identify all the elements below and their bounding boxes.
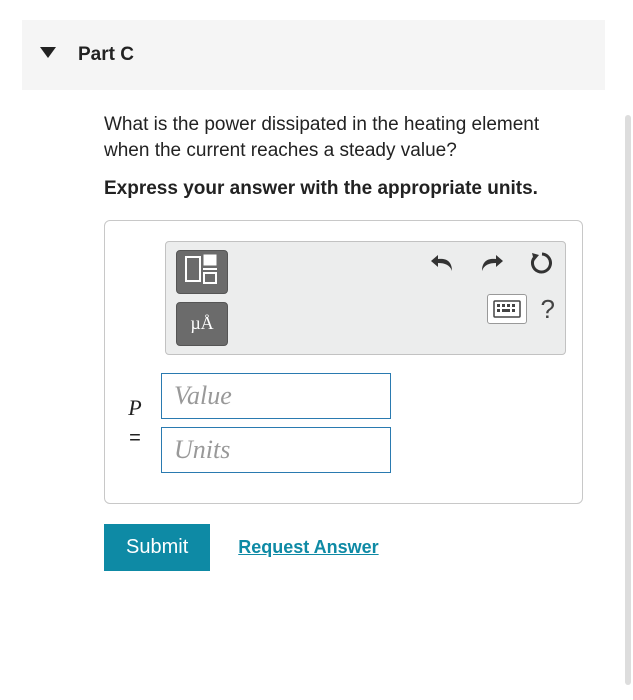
units-field[interactable]: Units [161, 427, 391, 473]
help-button[interactable]: ? [541, 294, 555, 325]
submit-button[interactable]: Submit [104, 524, 210, 571]
help-icon: ? [541, 294, 555, 325]
value-field[interactable]: Value [161, 373, 391, 419]
template-fraction-button[interactable] [176, 250, 228, 294]
value-placeholder: Value [174, 381, 232, 411]
scrollbar[interactable] [625, 115, 631, 685]
request-answer-link[interactable]: Request Answer [238, 537, 378, 558]
units-button[interactable]: µÅ [176, 302, 228, 346]
redo-button[interactable] [479, 250, 505, 276]
units-button-label: µÅ [190, 313, 213, 334]
actions-row: Submit Request Answer [104, 524, 605, 571]
toolbar: µÅ [165, 241, 566, 355]
equals-label: = [129, 427, 141, 450]
undo-button[interactable] [429, 250, 455, 276]
keyboard-button[interactable] [487, 294, 527, 324]
part-label: Part C [78, 44, 134, 66]
units-placeholder: Units [174, 435, 230, 465]
instruction-text: Express your answer with the appropriate… [104, 177, 583, 202]
answer-panel: µÅ [104, 220, 583, 504]
reset-icon [529, 250, 555, 276]
input-row: P = Value Units [123, 373, 566, 473]
variable-label: P [123, 395, 147, 421]
keyboard-icon [493, 300, 521, 318]
reset-button[interactable] [529, 250, 555, 276]
fraction-icon [185, 254, 219, 289]
chevron-down-icon [40, 46, 56, 64]
question-text: What is the power dissipated in the heat… [104, 112, 583, 163]
part-header[interactable]: Part C [22, 20, 605, 90]
redo-icon [479, 252, 505, 274]
undo-icon [429, 252, 455, 274]
